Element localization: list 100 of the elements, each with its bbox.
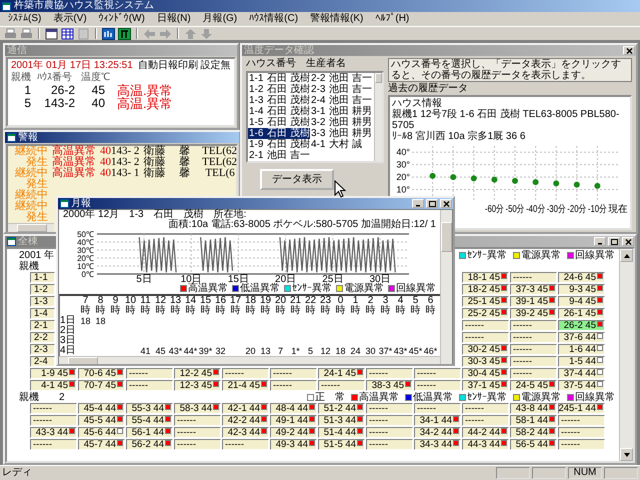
house-tile[interactable]: ------: [462, 403, 509, 414]
house-tile[interactable]: ------: [414, 368, 461, 379]
house-tile[interactable]: 39-1 45: [510, 296, 557, 307]
house-tile[interactable]: 1-5 44: [558, 356, 605, 367]
list-item[interactable]: 4-1 大村 誠: [310, 139, 372, 150]
house-tile[interactable]: 2-2: [30, 332, 55, 343]
house-tile[interactable]: 43-3 44: [30, 427, 77, 438]
house-tile[interactable]: ------: [510, 368, 557, 379]
list-item[interactable]: 2-1 池田 吉一: [248, 150, 310, 161]
house-tile[interactable]: ------: [174, 415, 221, 426]
house-tile[interactable]: 34-2 44: [414, 427, 461, 438]
house-tile[interactable]: 39-2 45: [510, 308, 557, 319]
house-tile[interactable]: 43-8 44: [510, 403, 557, 414]
house-tile[interactable]: 44-2 44: [462, 427, 509, 438]
house-tile[interactable]: 245-1 44: [558, 403, 605, 414]
scrollbar[interactable]: [8, 223, 54, 232]
house-tile[interactable]: 1-9 45: [30, 368, 77, 379]
house-tile[interactable]: 1-6 44: [558, 344, 605, 355]
window-icon[interactable]: [45, 28, 58, 40]
house-tile[interactable]: 42-1 44: [222, 403, 269, 414]
house-tile[interactable]: ------: [30, 403, 77, 414]
house-tile[interactable]: 55-4 44: [126, 415, 173, 426]
house-tile[interactable]: ------: [510, 320, 557, 331]
minimize-button[interactable]: [412, 199, 424, 208]
house-tile[interactable]: 21-4 45: [222, 380, 269, 391]
house-tile[interactable]: 18-1 45: [462, 272, 509, 283]
house-tile[interactable]: ------: [558, 415, 605, 426]
house-tile[interactable]: 49-1 44: [270, 415, 317, 426]
house-tile[interactable]: 37-6 44: [558, 332, 605, 343]
house-tile[interactable]: ------: [222, 439, 269, 450]
house-tile[interactable]: 37-1 45: [462, 380, 509, 391]
house-tile[interactable]: ------: [510, 344, 557, 355]
house-tile[interactable]: ------: [510, 272, 557, 283]
house-tile[interactable]: 55-3 44: [126, 403, 173, 414]
house-tile[interactable]: 51-5 44: [318, 439, 365, 450]
house-tile[interactable]: 12-2 45: [174, 368, 221, 379]
house-tile[interactable]: 2-3: [30, 344, 55, 355]
house-tile[interactable]: 70-7 45: [78, 380, 125, 391]
house-tile[interactable]: 56-5 44: [510, 439, 557, 450]
printer-icon[interactable]: [4, 28, 17, 40]
house-tile[interactable]: 51-4 44: [318, 427, 365, 438]
house-tile[interactable]: 51-3 44: [318, 415, 365, 426]
house-tile[interactable]: ------: [30, 439, 77, 450]
list-item[interactable]: 3-2 池田 耕男: [310, 117, 372, 128]
house-tile[interactable]: ------: [318, 380, 365, 391]
house-tile[interactable]: ------: [366, 403, 413, 414]
house-tile[interactable]: 9-3 45: [558, 284, 605, 295]
house-tile[interactable]: 2-1: [30, 320, 55, 331]
house-tile[interactable]: 37-5 44: [558, 380, 605, 391]
house-tile[interactable]: ------: [462, 415, 509, 426]
house-tile[interactable]: 38-3 45: [366, 380, 413, 391]
house-tile[interactable]: 1-2: [30, 284, 55, 295]
house-tile[interactable]: 25-2 45: [462, 308, 509, 319]
menu-item[interactable]: ﾍﾙﾌﾟ(H): [375, 13, 410, 25]
scrollbar[interactable]: [59, 356, 440, 364]
list-item[interactable]: 1-2 石田 茂樹: [248, 84, 310, 95]
house-tile[interactable]: 25-1 45: [462, 296, 509, 307]
house-tile[interactable]: ------: [510, 356, 557, 367]
maximize-button[interactable]: [608, 237, 620, 246]
house-tile[interactable]: 30-4 45: [462, 368, 509, 379]
maximize-button[interactable]: [426, 199, 438, 208]
house-tile[interactable]: 56-1 44: [126, 427, 173, 438]
menu-item[interactable]: ｳｨﾝﾄﾞｳ(W): [98, 13, 145, 25]
house-tile[interactable]: 42-3 44: [222, 427, 269, 438]
house-tile[interactable]: 48-4 44: [270, 403, 317, 414]
house-tile[interactable]: ------: [510, 332, 557, 343]
house-tile[interactable]: 1-3: [30, 296, 55, 307]
house-tile[interactable]: ------: [462, 332, 509, 343]
menu-item[interactable]: 警報情報(K): [310, 13, 364, 25]
house-tile[interactable]: 58-1 44: [510, 415, 557, 426]
house-tile[interactable]: 51-2 44: [318, 403, 365, 414]
house-tile[interactable]: ------: [366, 368, 413, 379]
list-item[interactable]: 1-4 石田 茂樹: [248, 106, 310, 117]
house-tile[interactable]: 1-1: [30, 272, 55, 283]
house-tile[interactable]: 49-2 44: [270, 427, 317, 438]
list-item[interactable]: 1-9 石田 茂樹: [248, 139, 310, 150]
menu-item[interactable]: 表示(V): [53, 13, 87, 25]
house-tile[interactable]: ------: [462, 320, 509, 331]
house-tile[interactable]: ------: [270, 368, 317, 379]
show-data-button[interactable]: データ表示: [260, 169, 334, 190]
close-button[interactable]: [623, 46, 635, 55]
house-tile[interactable]: 49-3 44: [270, 439, 317, 450]
list-item[interactable]: 1-5 石田 茂樹: [248, 117, 310, 128]
house-tile[interactable]: 34-1 44: [414, 415, 461, 426]
house-tile[interactable]: ------: [174, 427, 221, 438]
list-item[interactable]: 1-6 石田 茂樹: [248, 128, 310, 139]
menu-item[interactable]: 月報(G): [202, 13, 238, 25]
house-tile[interactable]: 24-6 45: [558, 272, 605, 283]
list-item[interactable]: 1-1 石田 茂樹: [248, 73, 310, 84]
list-item[interactable]: 2-2 池田 吉一: [310, 73, 372, 84]
house-tile[interactable]: ------: [30, 415, 77, 426]
house-tile[interactable]: 42-2 44: [222, 415, 269, 426]
up-arrow-icon[interactable]: [622, 252, 630, 258]
list-item[interactable]: 2-4 池田 吉一: [310, 95, 372, 106]
minimize-button[interactable]: [594, 237, 606, 246]
menu-item[interactable]: ﾊｳｽ情報(C): [249, 13, 298, 25]
house-tile[interactable]: ------: [270, 380, 317, 391]
house-tile[interactable]: 37-3 45: [510, 284, 557, 295]
close-button[interactable]: [622, 237, 634, 246]
house-tile[interactable]: ------: [558, 439, 605, 450]
